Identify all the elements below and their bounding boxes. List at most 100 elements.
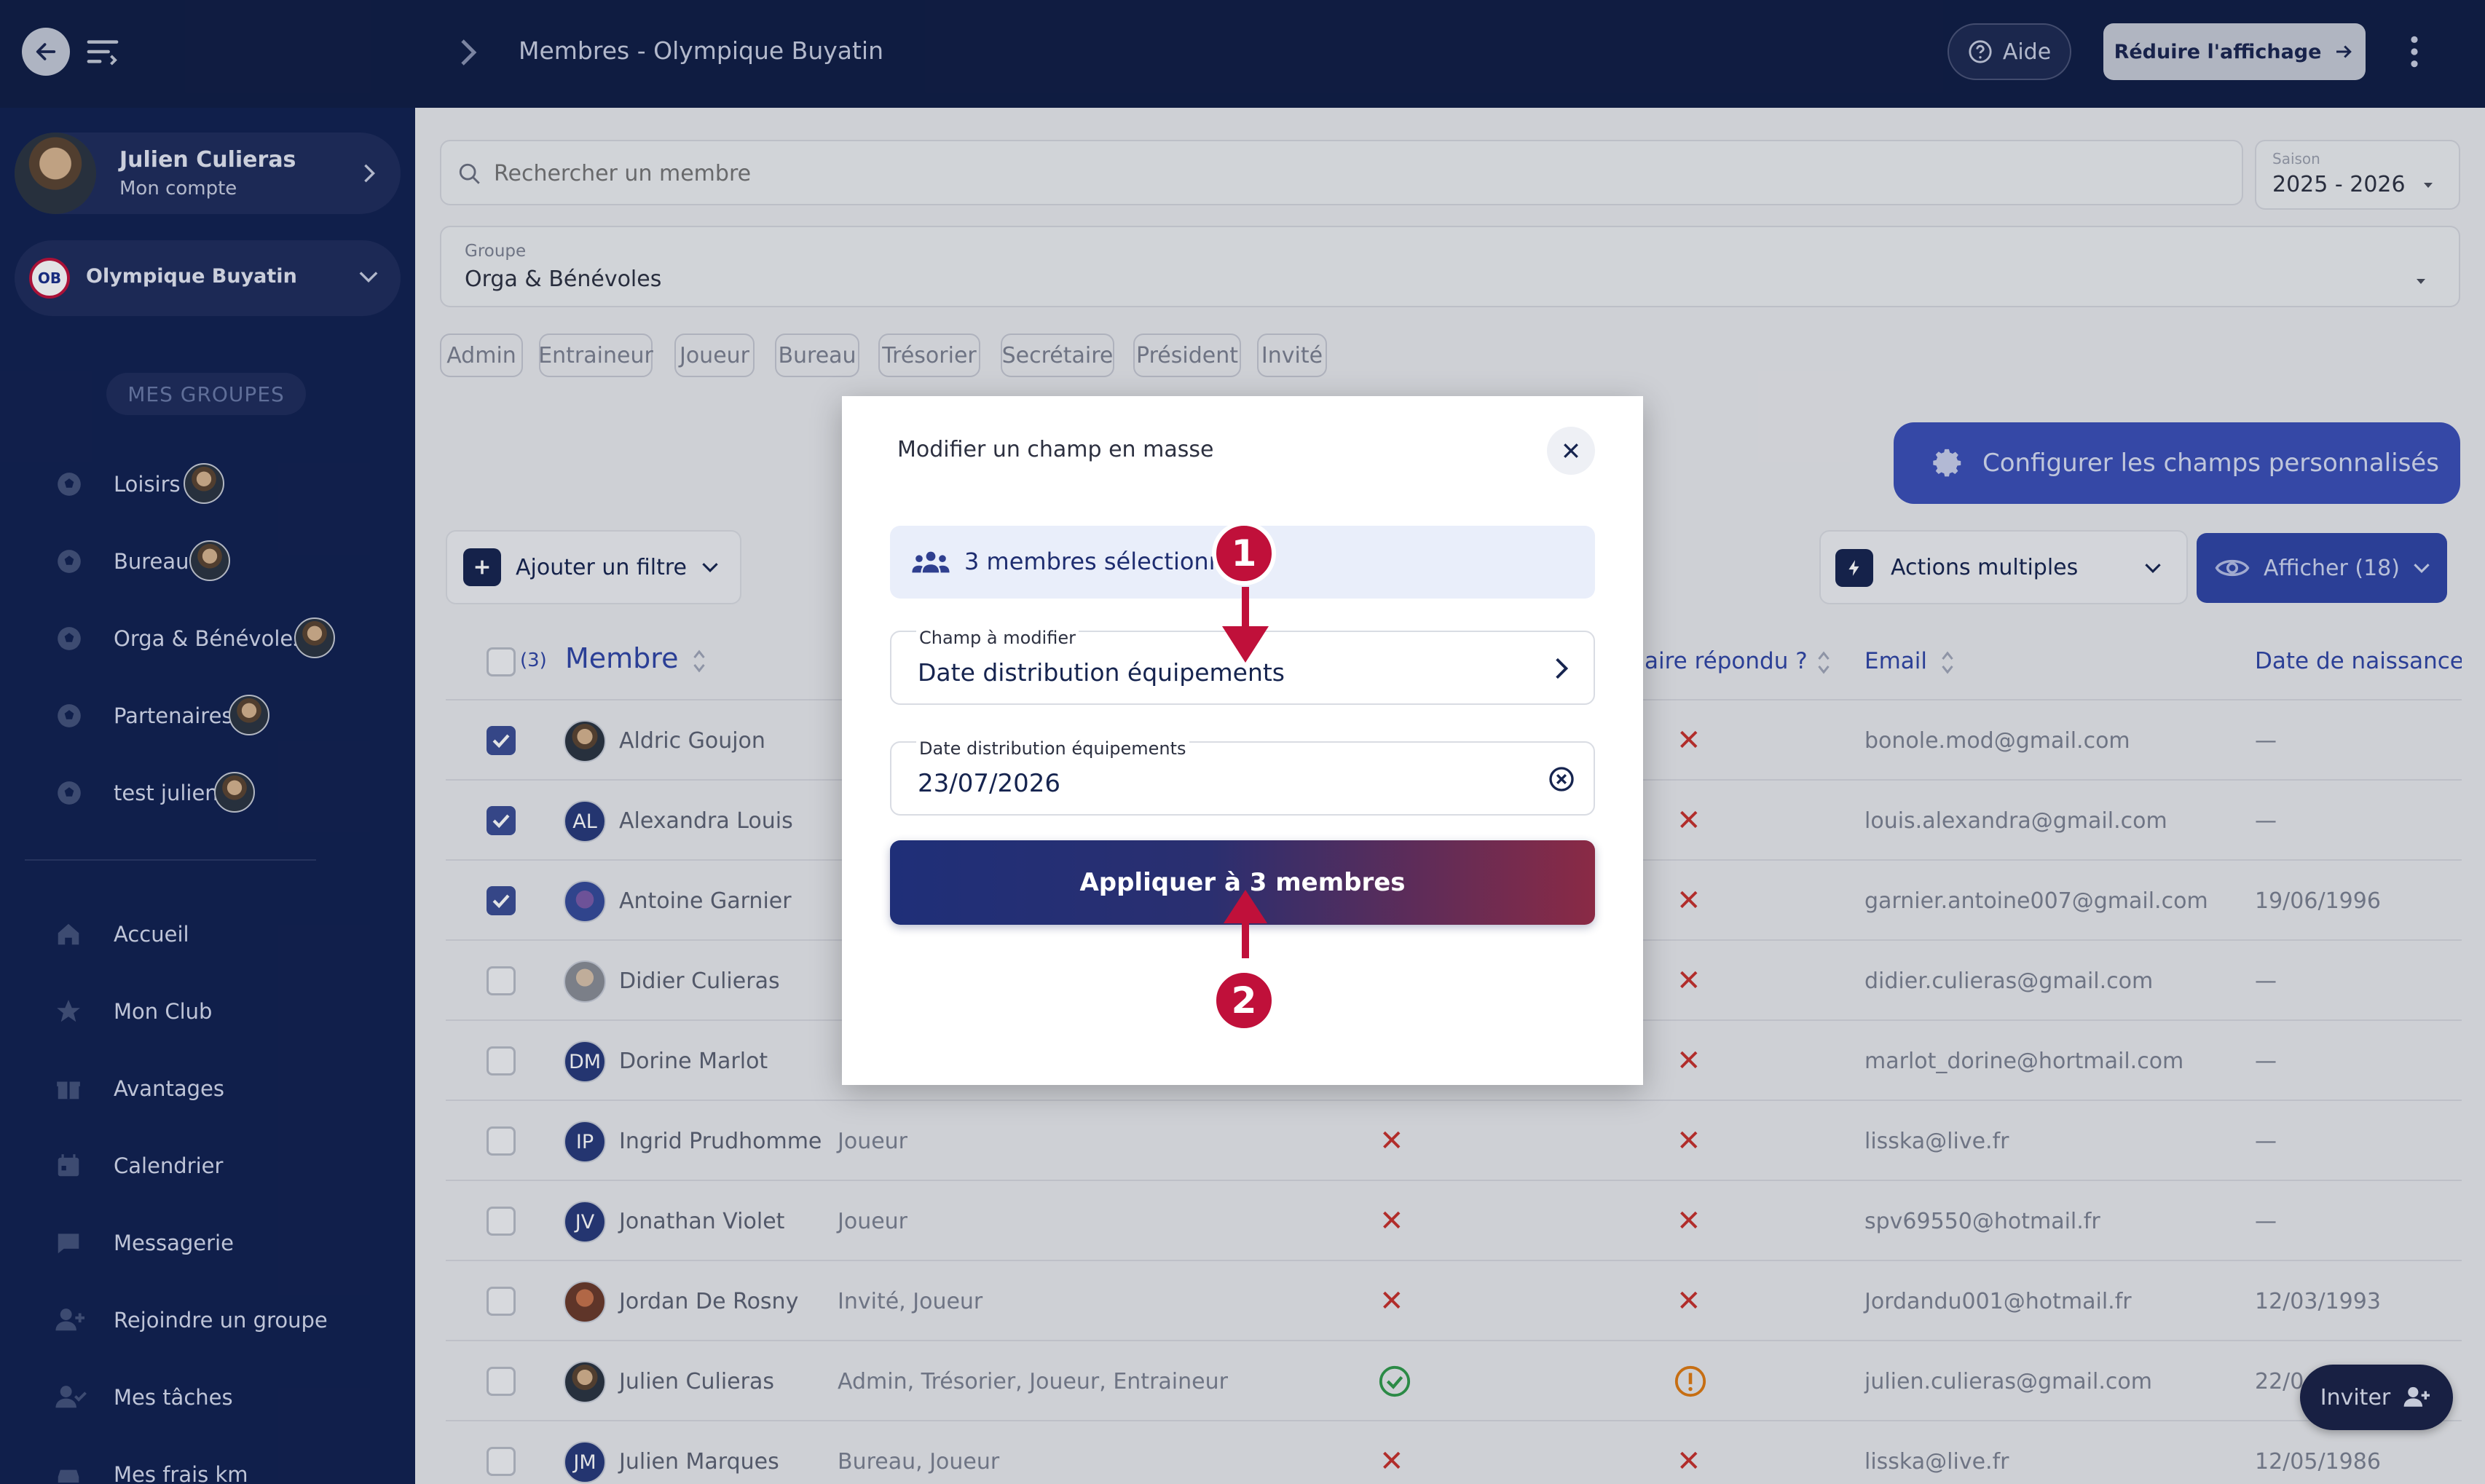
- status-no-icon: ✕: [1677, 884, 1701, 917]
- sidebar-group-bureau[interactable]: Bureau: [51, 539, 401, 583]
- role-chip-joueur[interactable]: Joueur: [674, 333, 755, 377]
- sidebar-item-label: Rejoindre un groupe: [114, 1308, 328, 1333]
- club-name: Olympique Buyatin: [86, 265, 297, 288]
- column-header-birthdate[interactable]: Date de naissance: [2255, 648, 2462, 674]
- role-chip-president[interactable]: Président: [1133, 333, 1241, 377]
- sidebar-item-rejoindre-groupe[interactable]: Rejoindre un groupe: [51, 1302, 401, 1338]
- row-checkbox[interactable]: [487, 1126, 516, 1156]
- table-row[interactable]: Jordan De Rosny Invité, Joueur ✕ ✕ Jorda…: [446, 1261, 2462, 1341]
- add-filter-button[interactable]: Ajouter un filtre: [446, 530, 741, 604]
- status-no-icon: ✕: [1677, 1284, 1701, 1318]
- add-user-icon: [55, 1309, 84, 1331]
- invite-button[interactable]: Inviter: [2300, 1365, 2453, 1430]
- row-checkbox[interactable]: [487, 1287, 516, 1316]
- member-email: Jordandu001@hotmail.fr: [1864, 1288, 2132, 1314]
- date-input-field[interactable]: Date distribution équipements 23/07/2026: [890, 738, 1595, 816]
- avatar: [564, 880, 606, 923]
- more-options-button[interactable]: [2403, 33, 2425, 70]
- avatar: [564, 960, 606, 1003]
- status-no-icon: ✕: [1379, 1204, 1404, 1238]
- role-chip-invite[interactable]: Invité: [1257, 333, 1327, 377]
- status-no-icon: ✕: [1677, 724, 1701, 757]
- role-chip-secretaire[interactable]: Secrétaire: [1001, 333, 1114, 377]
- column-header-email[interactable]: Email: [1864, 648, 1927, 674]
- column-header-form-answered[interactable]: aire répondu ?: [1645, 648, 1808, 674]
- sidebar-item-label: Avantages: [114, 1076, 224, 1101]
- season-select[interactable]: Saison 2025 - 2026: [2255, 140, 2460, 210]
- add-user-icon: [2403, 1386, 2430, 1407]
- sidebar-group-loisirs[interactable]: Loisirs: [51, 462, 401, 505]
- menu-toggle-button[interactable]: [86, 36, 119, 67]
- sort-icon[interactable]: [692, 648, 706, 674]
- row-checkbox[interactable]: [487, 726, 516, 755]
- group-select[interactable]: Groupe Orga & Bénévoles: [440, 226, 2460, 307]
- member-birthdate: 12/05/1986: [2255, 1448, 2381, 1475]
- member-email: garnier.antoine007@gmail.com: [1864, 888, 2208, 914]
- show-columns-label: Afficher (18): [2264, 555, 2400, 581]
- sidebar-item-label: Messagerie: [114, 1231, 234, 1255]
- row-checkbox[interactable]: [487, 1207, 516, 1236]
- show-columns-button[interactable]: Afficher (18): [2197, 533, 2447, 603]
- role-chip-tresorier[interactable]: Trésorier: [878, 333, 980, 377]
- row-checkbox[interactable]: [487, 1046, 516, 1075]
- annotation-badge-1: 1: [1212, 521, 1276, 585]
- group-select-value: Orga & Bénévoles: [465, 267, 662, 292]
- account-subtitle: Mon compte: [119, 178, 237, 200]
- member-birthdate: —: [2255, 727, 2277, 754]
- role-chip-bureau[interactable]: Bureau: [775, 333, 859, 377]
- group-member-avatar: [229, 695, 269, 735]
- member-name: Antoine Garnier: [619, 888, 792, 914]
- search-input[interactable]: [494, 156, 2169, 191]
- sidebar: Julien Culieras Mon compte OB Olympique …: [0, 108, 415, 1484]
- group-member-avatar: [189, 540, 230, 581]
- role-chip-admin[interactable]: Admin: [440, 333, 523, 377]
- close-button[interactable]: [1547, 427, 1595, 475]
- reduce-display-button[interactable]: Réduire l'affichage: [2103, 23, 2366, 80]
- account-card[interactable]: Julien Culieras Mon compte: [15, 133, 401, 214]
- help-button[interactable]: Aide: [1948, 23, 2071, 80]
- clear-circle-icon[interactable]: [1547, 765, 1576, 794]
- back-button[interactable]: [22, 28, 70, 76]
- eye-icon: [2215, 559, 2250, 577]
- avatar: JV: [564, 1201, 606, 1243]
- member-name: Julien Culieras: [619, 1368, 774, 1394]
- row-checkbox[interactable]: [487, 1367, 516, 1396]
- table-row[interactable]: Julien Culieras Admin, Trésorier, Joueur…: [446, 1341, 2462, 1421]
- search-bar[interactable]: [440, 140, 2243, 205]
- role-chip-entraineur[interactable]: Entraineur: [538, 333, 653, 377]
- select-all-checkbox[interactable]: [487, 647, 516, 676]
- club-selector[interactable]: OB Olympique Buyatin: [15, 240, 401, 316]
- row-checkbox[interactable]: [487, 1447, 516, 1476]
- sidebar-item-calendrier[interactable]: Calendrier: [51, 1148, 401, 1184]
- club-logo: OB: [29, 258, 70, 299]
- sidebar-group-test-julien[interactable]: test julien: [51, 770, 401, 814]
- table-row[interactable]: JM Julien Marques Bureau, Joueur ✕ ✕ lis…: [446, 1421, 2462, 1484]
- table-row[interactable]: IP Ingrid Prudhomme Joueur ✕ ✕ lisska@li…: [446, 1101, 2462, 1181]
- row-checkbox[interactable]: [487, 806, 516, 835]
- row-checkbox[interactable]: [487, 886, 516, 915]
- sort-icon[interactable]: [1816, 650, 1831, 676]
- avatar: [564, 1361, 606, 1403]
- chat-icon: [58, 1234, 79, 1254]
- row-checkbox[interactable]: [487, 966, 516, 995]
- member-name: Aldric Goujon: [619, 727, 765, 754]
- sidebar-item-messagerie[interactable]: Messagerie: [51, 1225, 401, 1261]
- sidebar-item-frais-km[interactable]: Mes frais km: [51, 1456, 401, 1484]
- member-name: Julien Marques: [619, 1448, 779, 1475]
- column-header-member[interactable]: Membre: [565, 642, 678, 674]
- actions-multiple-button[interactable]: Actions multiples: [1819, 530, 2188, 604]
- sidebar-item-label: Calendrier: [114, 1153, 224, 1178]
- sidebar-item-avantages[interactable]: Avantages: [51, 1070, 401, 1107]
- configure-fields-button[interactable]: Configurer les champs personnalisés: [1894, 422, 2460, 504]
- sidebar-item-mes-taches[interactable]: Mes tâches: [51, 1379, 401, 1416]
- sidebar-item-mon-club[interactable]: Mon Club: [51, 993, 401, 1030]
- sidebar-group-partenaires[interactable]: Partenaires: [51, 693, 401, 737]
- status-no-icon: ✕: [1677, 1204, 1701, 1238]
- member-email: louis.alexandra@gmail.com: [1864, 808, 2167, 834]
- sidebar-group-orga-benevoles[interactable]: Orga & Bénévoles: [51, 616, 401, 660]
- selected-count: (3): [520, 650, 547, 671]
- table-row[interactable]: JV Jonathan Violet Joueur ✕ ✕ spv69550@h…: [446, 1181, 2462, 1261]
- season-value: 2025 - 2026: [2272, 172, 2406, 197]
- sidebar-item-accueil[interactable]: Accueil: [51, 916, 401, 952]
- sort-icon[interactable]: [1940, 650, 1955, 676]
